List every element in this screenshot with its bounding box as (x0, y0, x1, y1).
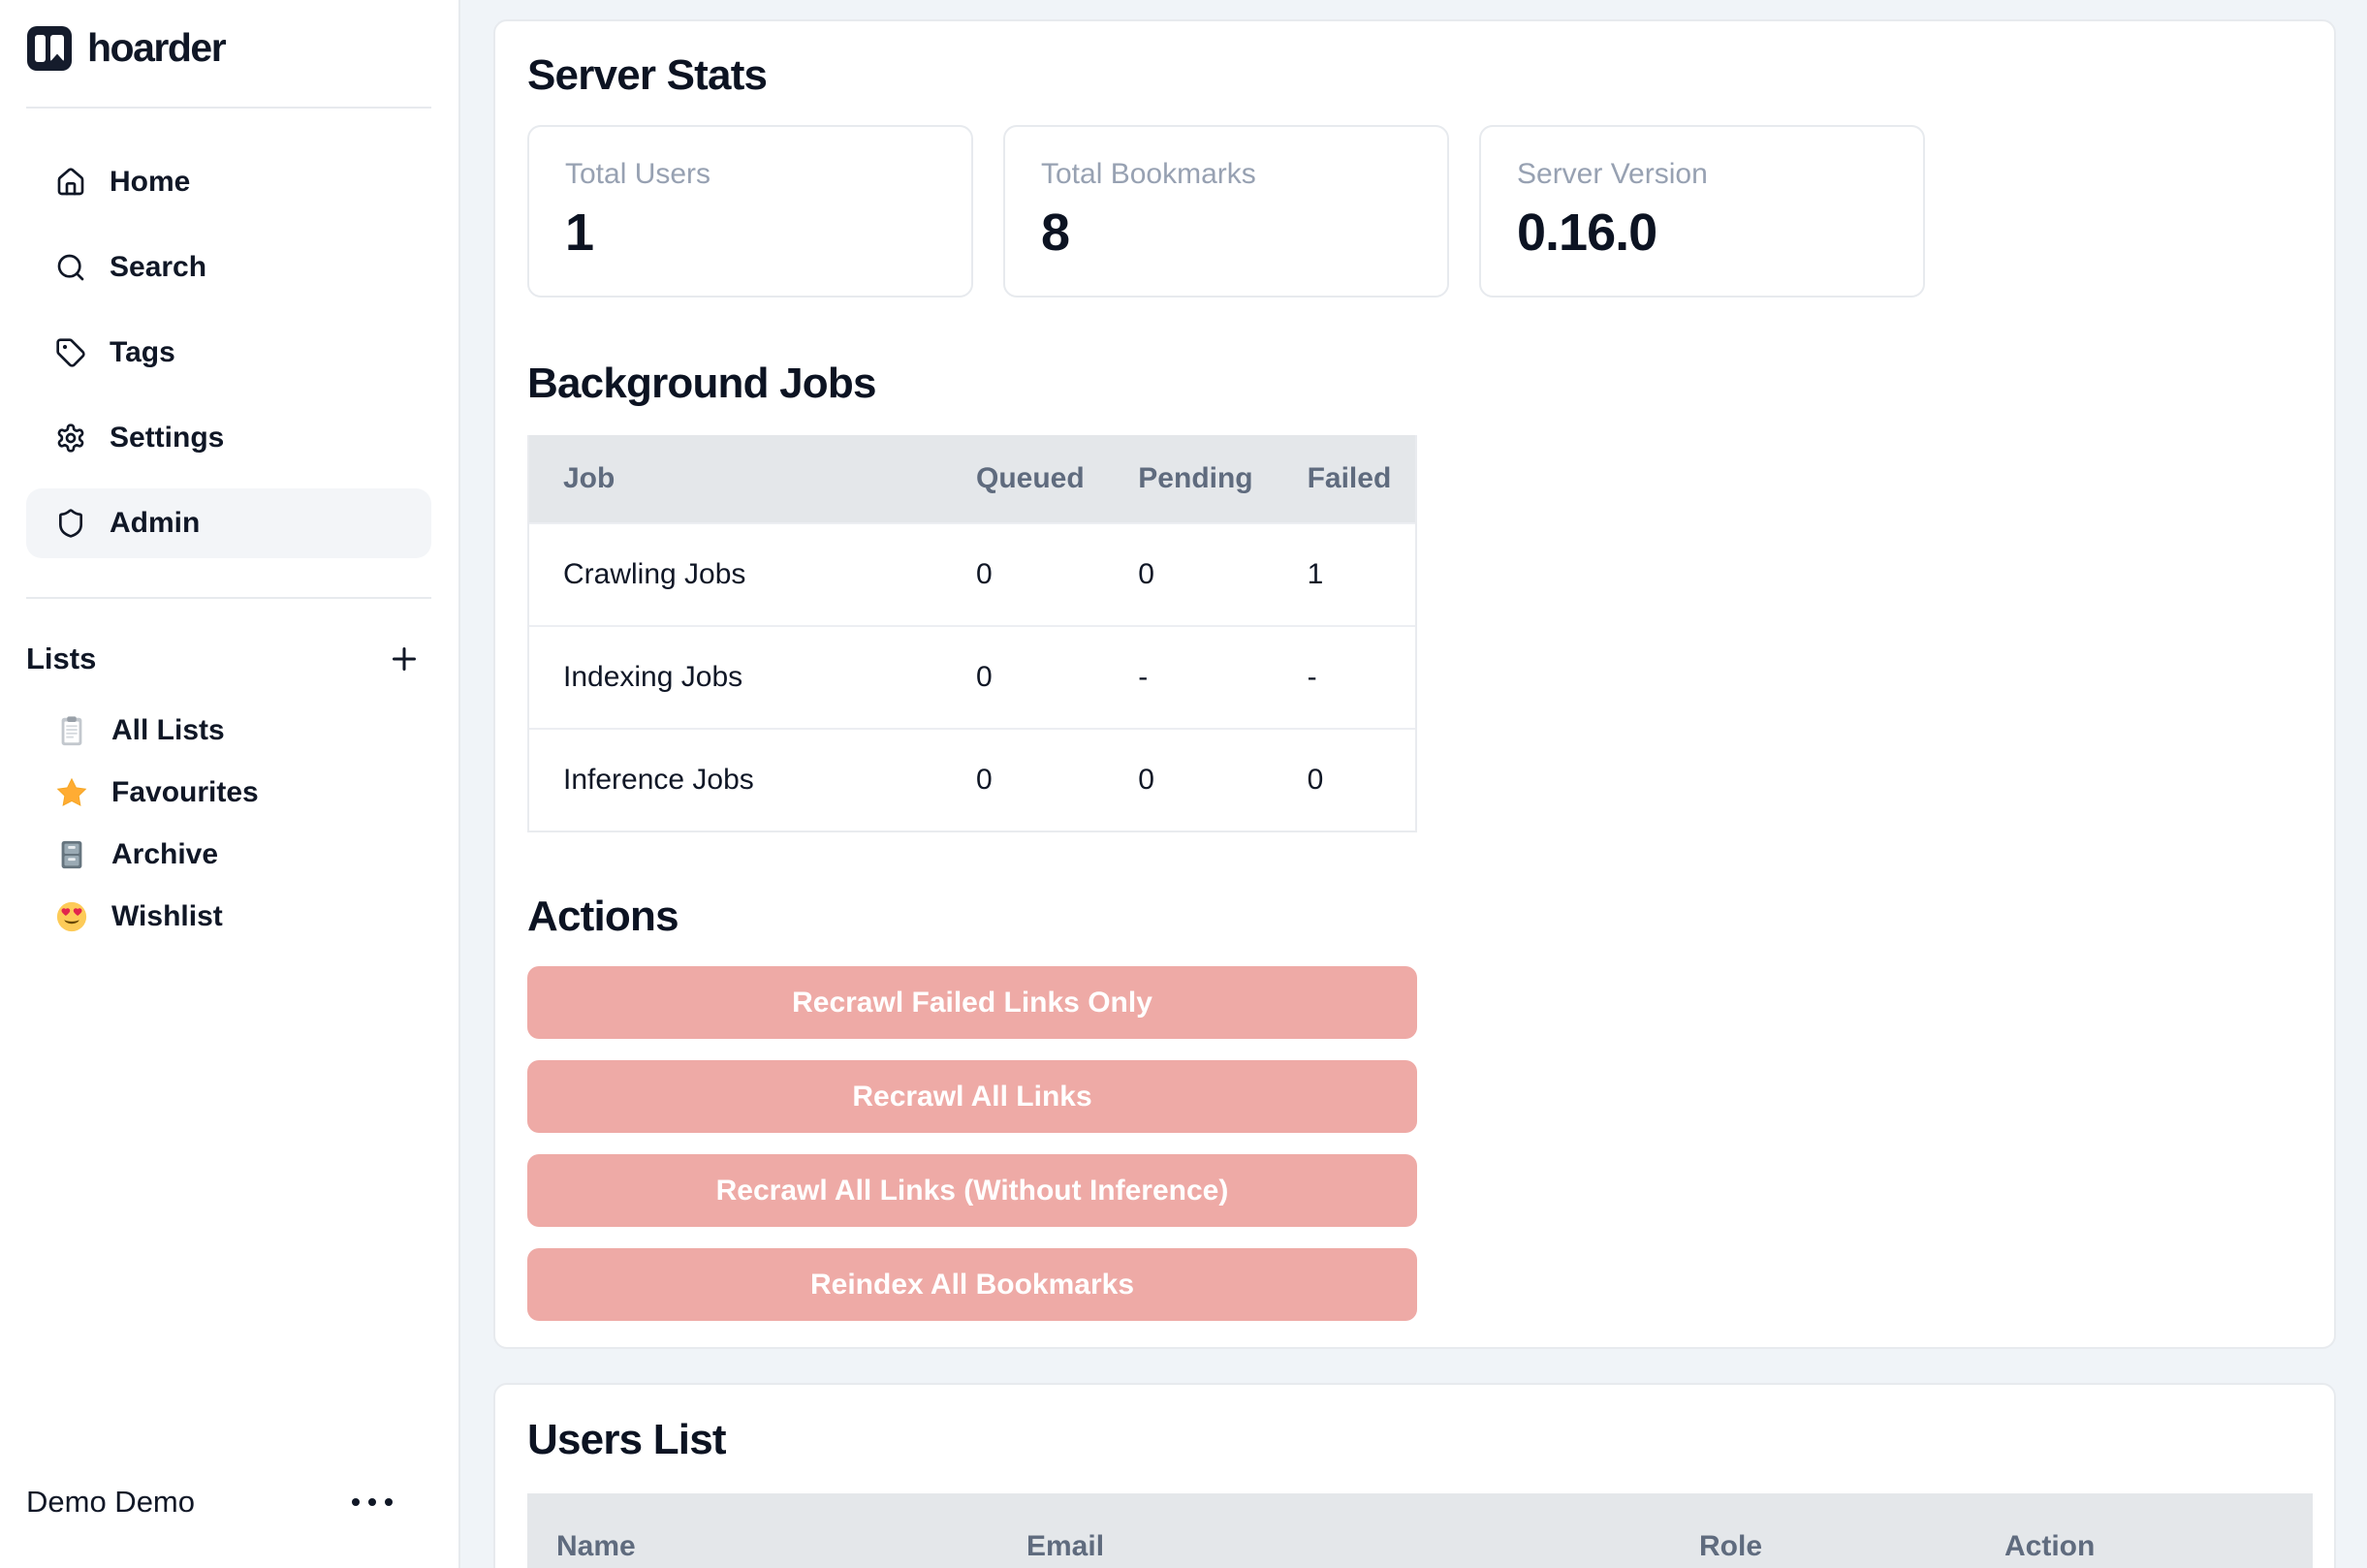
sidebar-item-search[interactable]: Search (26, 233, 431, 302)
list-item-label: Wishlist (111, 900, 223, 933)
sidebar: hoarder Home Search Tags Settings (0, 0, 460, 1568)
stat-value: 0.16.0 (1517, 203, 1923, 263)
user-menu-row: Demo Demo (26, 1467, 431, 1537)
heart-eyes-emoji-icon (55, 900, 88, 933)
users-list-title: Users List (527, 1415, 726, 1466)
lists-title: Lists (26, 642, 96, 676)
cell-failed: 1 (1274, 558, 1415, 591)
background-jobs-table: Job Queued Pending Failed Crawling Jobs … (527, 435, 1417, 832)
sidebar-item-label: Admin (110, 507, 200, 540)
admin-panel-card: Server Stats Total Users 1 Total Bookmar… (493, 19, 2336, 1349)
tag-icon (55, 337, 86, 368)
app-logo[interactable]: hoarder (27, 25, 225, 71)
star-emoji-icon (55, 776, 88, 809)
column-header-pending: Pending (1104, 462, 1273, 495)
table-header-row: Job Queued Pending Failed (529, 435, 1415, 522)
actions-title: Actions (527, 892, 679, 943)
add-list-button[interactable] (385, 640, 424, 678)
server-stats-cards: Total Users 1 Total Bookmarks 8 Server V… (527, 125, 1925, 298)
cell-pending: - (1104, 661, 1273, 694)
stat-value: 8 (1041, 203, 1447, 263)
cell-pending: 0 (1104, 764, 1273, 797)
ellipsis-icon[interactable] (352, 1498, 393, 1506)
server-stats-title: Server Stats (527, 50, 767, 102)
sidebar-nav: Home Search Tags Settings Admin (26, 147, 431, 574)
recrawl-failed-links-button[interactable]: Recrawl Failed Links Only (527, 966, 1417, 1039)
cell-failed: 0 (1274, 764, 1415, 797)
users-table: Name Email Role Action (527, 1493, 2313, 1568)
cell-queued: 0 (942, 661, 1104, 694)
cell-queued: 0 (942, 764, 1104, 797)
users-list-card: Users List Name Email Role Action (493, 1383, 2336, 1568)
clipboard-emoji-icon (55, 714, 88, 747)
stat-value: 1 (565, 203, 971, 263)
sidebar-item-all-lists[interactable]: All Lists (26, 700, 431, 762)
sidebar-item-label: Search (110, 251, 206, 284)
home-icon (55, 167, 86, 198)
column-header-action: Action (1975, 1530, 2313, 1563)
cell-job: Crawling Jobs (529, 558, 942, 591)
list-item-label: Archive (111, 838, 218, 871)
lists-header: Lists (26, 630, 431, 688)
gear-icon (55, 423, 86, 454)
stat-label: Server Version (1517, 158, 1923, 191)
stat-card-total-bookmarks: Total Bookmarks 8 (1003, 125, 1449, 298)
cell-pending: 0 (1104, 558, 1273, 591)
cell-job: Inference Jobs (529, 764, 942, 797)
sidebar-item-label: Settings (110, 422, 224, 455)
sidebar-item-home[interactable]: Home (26, 147, 431, 217)
stat-card-server-version: Server Version 0.16.0 (1479, 125, 1925, 298)
column-header-name: Name (527, 1530, 997, 1563)
sidebar-item-wishlist[interactable]: Wishlist (26, 886, 431, 948)
recrawl-all-links-without-inference-button[interactable]: Recrawl All Links (Without Inference) (527, 1154, 1417, 1227)
table-row: Crawling Jobs 0 0 1 (529, 522, 1415, 625)
plus-icon (387, 642, 422, 676)
cell-job: Indexing Jobs (529, 661, 942, 694)
divider (26, 107, 431, 109)
cell-queued: 0 (942, 558, 1104, 591)
cell-failed: - (1274, 661, 1415, 694)
lists-nav: All Lists Favourites Archive Wishlist (26, 700, 431, 948)
sidebar-item-favourites[interactable]: Favourites (26, 762, 431, 824)
shield-icon (55, 508, 86, 539)
stat-label: Total Bookmarks (1041, 158, 1447, 191)
file-cabinet-emoji-icon (55, 838, 88, 871)
divider (26, 597, 431, 599)
table-header-row: Name Email Role Action (527, 1493, 2313, 1568)
search-icon (55, 252, 86, 283)
hoarder-logo-icon (27, 26, 72, 71)
sidebar-item-tags[interactable]: Tags (26, 318, 431, 388)
table-row: Inference Jobs 0 0 0 (529, 728, 1415, 831)
stat-card-total-users: Total Users 1 (527, 125, 973, 298)
column-header-role: Role (1670, 1530, 1975, 1563)
column-header-failed: Failed (1274, 462, 1415, 495)
column-header-queued: Queued (942, 462, 1104, 495)
sidebar-item-settings[interactable]: Settings (26, 403, 431, 473)
app-title: hoarder (87, 25, 225, 71)
background-jobs-title: Background Jobs (527, 359, 876, 410)
user-name: Demo Demo (26, 1485, 195, 1520)
sidebar-item-archive[interactable]: Archive (26, 824, 431, 886)
stat-label: Total Users (565, 158, 971, 191)
table-row: Indexing Jobs 0 - - (529, 625, 1415, 728)
actions-buttons: Recrawl Failed Links Only Recrawl All Li… (527, 966, 1417, 1321)
column-header-email: Email (997, 1530, 1670, 1563)
sidebar-item-label: Tags (110, 336, 175, 369)
column-header-job: Job (529, 462, 942, 495)
sidebar-item-label: Home (110, 166, 190, 199)
sidebar-item-admin[interactable]: Admin (26, 488, 431, 558)
recrawl-all-links-button[interactable]: Recrawl All Links (527, 1060, 1417, 1133)
list-item-label: All Lists (111, 714, 225, 747)
reindex-all-bookmarks-button[interactable]: Reindex All Bookmarks (527, 1248, 1417, 1321)
list-item-label: Favourites (111, 776, 259, 809)
